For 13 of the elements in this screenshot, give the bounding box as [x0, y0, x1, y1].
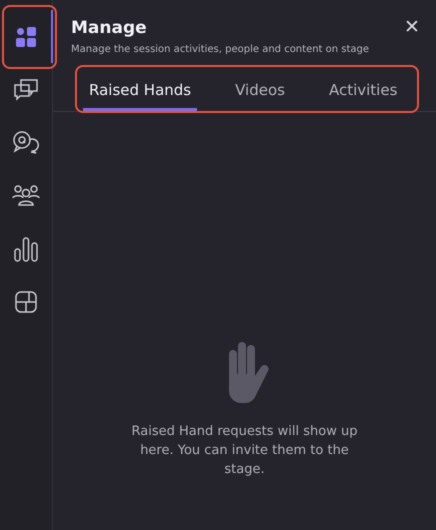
close-button[interactable]: ✕ [404, 18, 420, 37]
empty-state-message: Raised Hand requests will show up here. You can invite them to the stage. [130, 423, 358, 479]
people-icon [12, 184, 40, 208]
panel-title: Manage [71, 18, 147, 38]
grid-icon [14, 26, 36, 48]
chat-icon [12, 78, 38, 102]
tab[interactable]: Videos [229, 71, 291, 111]
tab[interactable]: Raised Hands [83, 71, 198, 111]
tab[interactable]: Activities [322, 71, 404, 111]
panel-subtitle: Manage the session activities, people and content on stage [70, 43, 370, 55]
qa-chat-icon [12, 130, 40, 156]
layout-icon [14, 290, 36, 312]
bar-chart-icon [12, 236, 38, 262]
